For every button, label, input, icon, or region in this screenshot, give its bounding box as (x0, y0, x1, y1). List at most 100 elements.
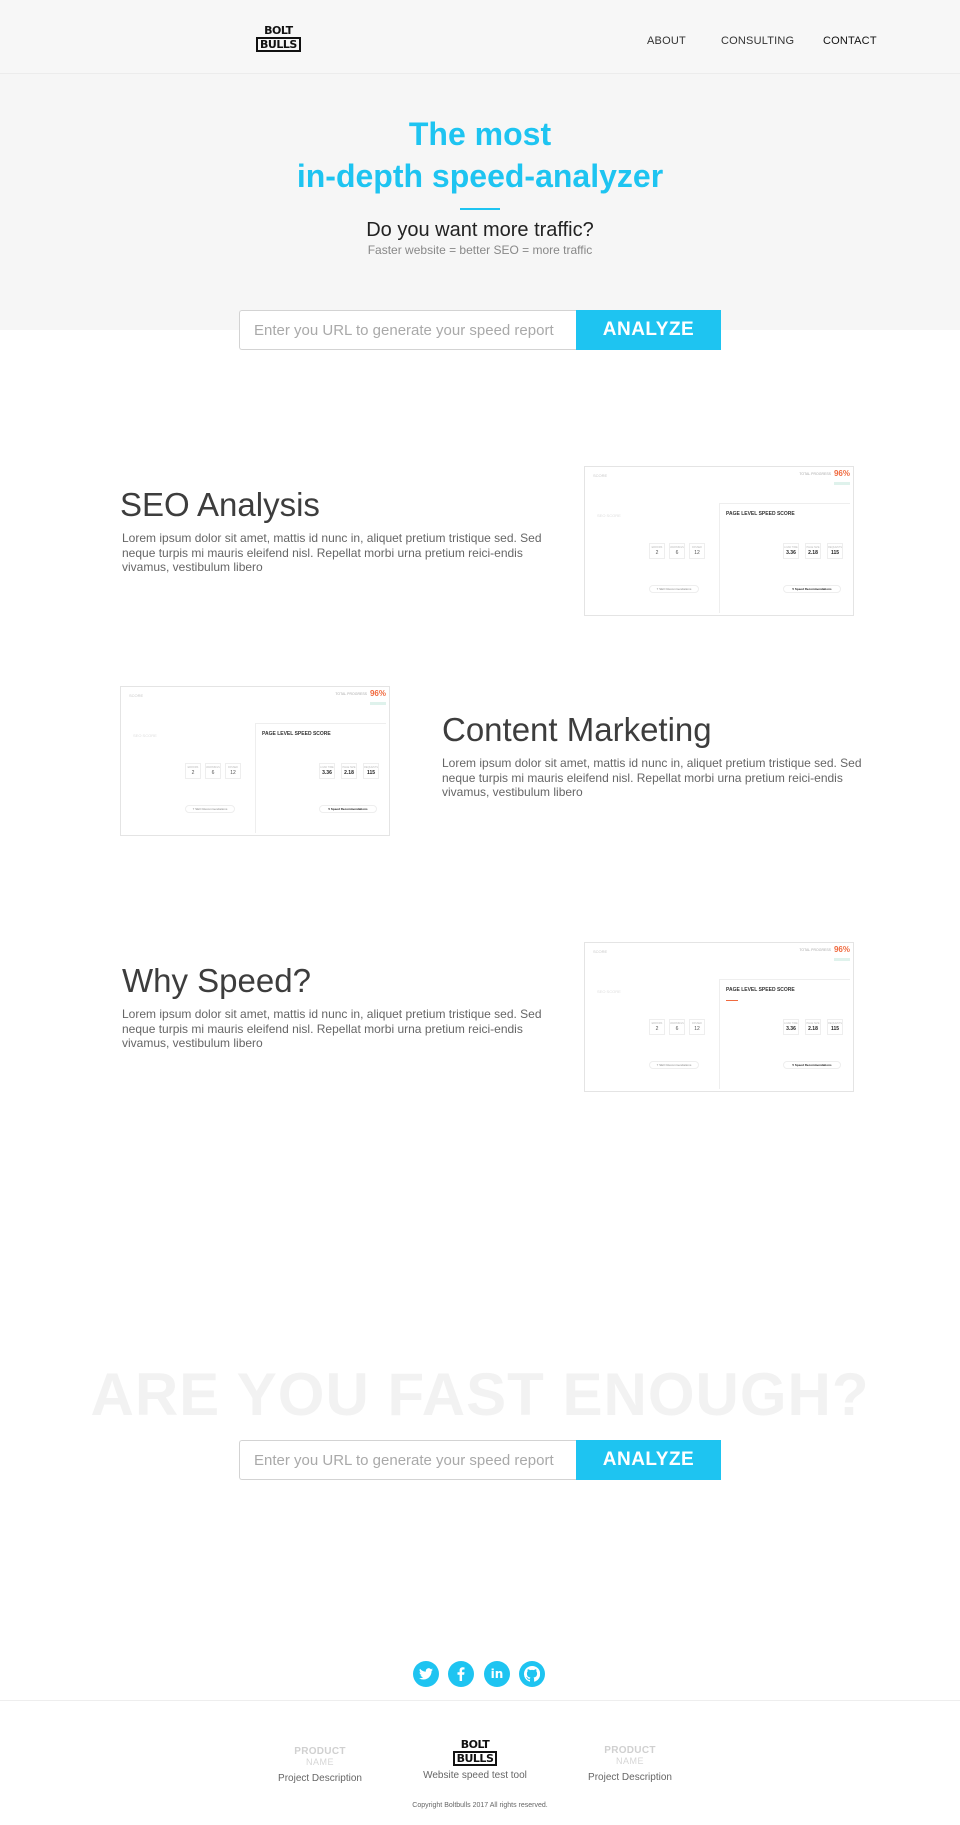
preview-load-time-box: LOAD TIME 3.36 (319, 763, 335, 779)
preview-load-time-box: LOAD TIME 3.36 (783, 1019, 799, 1035)
preview-warnings-box: WARNINGS 6 (669, 543, 685, 559)
preview-speed-recommendations: 5 Speed Recommendations (319, 805, 377, 813)
metric-label: PAGE SIZE (806, 1022, 820, 1025)
product-name-top: PRODUCT (294, 1746, 346, 1757)
url-input[interactable] (239, 1440, 576, 1480)
metric-value: 115 (830, 550, 840, 556)
logo-line-2: BULLS (256, 37, 301, 52)
metric-label: REQUESTS (828, 1022, 842, 1025)
metric-label: PASSED (692, 546, 702, 549)
metric-label: WARNINGS (670, 1022, 684, 1025)
metric-label: REQUESTS (364, 766, 378, 769)
metric-label: PAGE SIZE (806, 546, 820, 549)
preview-requests-box: REQUESTS 115 (363, 763, 379, 779)
report-preview-image: SCORE TOTAL PROGRESS 96% SEO SCORE PAGE … (120, 686, 390, 836)
product-name-bottom: NAME (615, 1756, 644, 1766)
preview-warnings-box: WARNINGS 6 (669, 1019, 685, 1035)
preview-progress-label: TOTAL PROGRESS (799, 948, 831, 952)
facebook-icon[interactable] (448, 1661, 474, 1687)
metric-value: 2 (191, 770, 195, 776)
brand-description: Website speed test tool (423, 1770, 527, 1781)
preview-progress-percent: 96% (833, 945, 850, 954)
metric-value: 115 (830, 1026, 840, 1032)
hero-divider (460, 208, 500, 210)
feature-text-seo: Lorem ipsum dolor sit amet, mattis id nu… (122, 531, 542, 574)
metric-label: LOAD TIME (784, 1022, 798, 1025)
feature-text-why-speed: Lorem ipsum dolor sit amet, mattis id nu… (122, 1007, 542, 1050)
preview-speed-recommendations: 5 Speed Recommendations (783, 585, 841, 593)
metric-value: 6 (675, 550, 679, 556)
cta-heading: ARE YOU FAST ENOUGH? (90, 1361, 870, 1428)
preview-seo-recommendations: 7 SEO Recommendations (649, 1061, 699, 1069)
preview-speed-title: PAGE LEVEL SPEED SCORE (262, 731, 331, 737)
preview-seo-score-title: SEO SCORE (597, 989, 621, 994)
nav-contact-link[interactable]: CONTACT (823, 35, 877, 47)
preview-seo-score-title: SEO SCORE (133, 733, 157, 738)
footer-product-right[interactable]: PRODUCT NAME Project Description (570, 1745, 690, 1783)
metric-value: 3.36 (322, 770, 332, 776)
preview-page-size-box: PAGE SIZE 2.18 (805, 543, 821, 559)
top-navigation-bar: BOLT BULLS ABOUT CONSULTING CONTACT (0, 0, 960, 74)
footer-brand[interactable]: BOLT BULLS Website speed test tool (415, 1739, 535, 1781)
metric-label: ERRORS (651, 1022, 663, 1025)
metric-label: WARNINGS (206, 766, 220, 769)
preview-seo-score-title: SEO SCORE (597, 513, 621, 518)
preview-speed-title: PAGE LEVEL SPEED SCORE (726, 987, 795, 993)
preview-load-time-box: LOAD TIME 3.36 (783, 543, 799, 559)
metric-value: 12 (694, 1026, 700, 1032)
preview-top-text: SCORE (593, 473, 608, 478)
preview-errors-box: ERRORS 2 (185, 763, 201, 779)
footer-product-left[interactable]: PRODUCT NAME Project Description (260, 1746, 380, 1784)
preview-passed-box: PASSED 12 (225, 763, 241, 779)
hero-section: The most in-depth speed-analyzer (0, 74, 960, 330)
metric-value: 12 (230, 770, 236, 776)
preview-progress-percent: 96% (369, 689, 386, 698)
preview-page-size-box: PAGE SIZE 2.18 (341, 763, 357, 779)
nav-about-link[interactable]: ABOUT (647, 35, 686, 47)
analyze-button[interactable]: ANALYZE (576, 1440, 721, 1480)
metric-value: 2.18 (808, 1026, 818, 1032)
boltbulls-logo-footer: BOLT BULLS (415, 1739, 535, 1766)
preview-seo-recommendations: 7 SEO Recommendations (185, 805, 235, 813)
url-search-form-bottom: ANALYZE (239, 1440, 721, 1480)
twitter-icon[interactable] (413, 1661, 439, 1687)
preview-requests-box: REQUESTS 115 (827, 1019, 843, 1035)
product-name-top: PRODUCT (604, 1745, 656, 1756)
metric-label: ERRORS (651, 546, 663, 549)
analyze-button[interactable]: ANALYZE (576, 310, 721, 350)
metric-label: LOAD TIME (784, 546, 798, 549)
metric-label: ERRORS (187, 766, 199, 769)
metric-label: PAGE SIZE (342, 766, 356, 769)
preview-top-text: SCORE (593, 949, 608, 954)
metric-value: 3.36 (786, 1026, 796, 1032)
product-name-bottom: NAME (305, 1757, 334, 1767)
linkedin-icon[interactable]: in (484, 1661, 510, 1687)
nav-consulting-link[interactable]: CONSULTING (721, 35, 794, 47)
logo-line-1: BOLT (264, 24, 293, 37)
metric-label: REQUESTS (828, 546, 842, 549)
feature-title-seo: SEO Analysis (120, 486, 320, 523)
preview-requests-box: REQUESTS 115 (827, 543, 843, 559)
url-input[interactable] (239, 310, 576, 350)
report-preview-image: SCORE TOTAL PROGRESS 96% SEO SCORE PAGE … (584, 942, 854, 1092)
feature-text-content-marketing: Lorem ipsum dolor sit amet, mattis id nu… (442, 756, 862, 799)
metric-value: 2.18 (344, 770, 354, 776)
github-icon[interactable] (519, 1661, 545, 1687)
preview-errors-box: ERRORS 2 (649, 1019, 665, 1035)
hero-title-line-2: in-depth speed-analyzer (296, 158, 664, 194)
hero-title-line-1: The most (408, 116, 552, 152)
preview-seo-recommendations: 7 SEO Recommendations (649, 585, 699, 593)
boltbulls-logo[interactable]: BOLT BULLS (256, 25, 301, 52)
preview-progress-percent: 96% (833, 469, 850, 478)
metric-label: PASSED (692, 1022, 702, 1025)
metric-label: PASSED (228, 766, 238, 769)
logo-line-2: BULLS (452, 1751, 498, 1766)
metric-value: 2 (655, 1026, 659, 1032)
preview-top-text: SCORE (129, 693, 144, 698)
metric-value: 12 (694, 550, 700, 556)
copyright-text: Copyright Boltbulls 2017 All rights rese… (412, 1802, 548, 1809)
preview-passed-box: PASSED 12 (689, 1019, 705, 1035)
preview-progress-label: TOTAL PROGRESS (799, 472, 831, 476)
metric-value: 2 (655, 550, 659, 556)
url-search-form-top: ANALYZE (239, 310, 721, 350)
